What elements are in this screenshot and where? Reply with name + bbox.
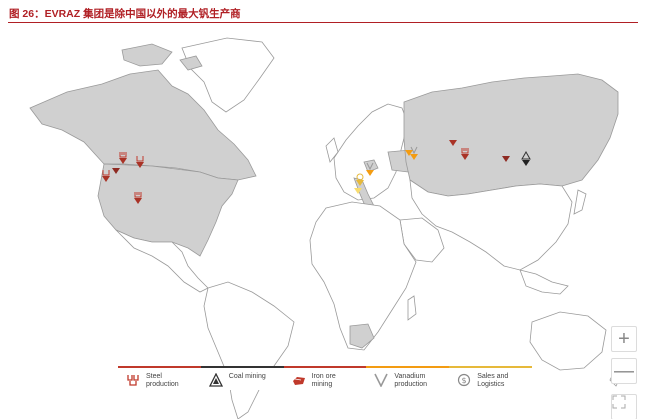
fullscreen-icon: [612, 395, 626, 409]
iron-ore-mining-icon: [292, 377, 305, 385]
vanadium-production-icon: [374, 373, 389, 387]
legend-label: Steel production: [146, 373, 179, 388]
fullscreen-button[interactable]: [611, 394, 637, 419]
world-map[interactable]: + —: [12, 30, 639, 419]
russia-kazakhstan: [403, 73, 619, 197]
zoom-out-button[interactable]: —: [611, 358, 637, 384]
australia: [529, 311, 607, 371]
legend-item-vanadium-production[interactable]: Vanadium production: [366, 366, 450, 390]
south-america: [203, 281, 295, 419]
japan: [573, 189, 587, 215]
title-divider: [8, 22, 638, 23]
legend-label: Vanadium production: [394, 373, 428, 388]
southeast-asia: [519, 269, 569, 295]
figure-title: 图 26：EVRAZ 集团是除中国以外的最大钒生产商: [9, 8, 241, 20]
sales-logistics-icon: $: [458, 373, 471, 387]
coal-mining-icon: [208, 373, 223, 387]
legend-label: Iron ore mining: [311, 373, 336, 388]
legend-label: Coal mining: [228, 373, 266, 380]
madagascar: [407, 295, 417, 321]
legend-item-sales-logistics[interactable]: $ Sales and Logistics: [449, 366, 532, 390]
steel-production-icon: [127, 375, 139, 386]
map-legend: Steel production Coal mining Iron ore mi…: [118, 366, 532, 390]
legend-item-steel-production[interactable]: Steel production: [118, 366, 201, 390]
greenland: [181, 37, 275, 113]
legend-item-iron-ore-mining[interactable]: Iron ore mining: [283, 366, 367, 390]
svg-text:$: $: [462, 376, 467, 385]
legend-item-coal-mining[interactable]: Coal mining: [200, 366, 284, 390]
legend-label: Sales and Logistics: [477, 373, 509, 388]
world-map-canvas[interactable]: [12, 30, 639, 419]
zoom-in-button[interactable]: +: [611, 326, 637, 352]
map-attribution-strip: [118, 364, 532, 365]
